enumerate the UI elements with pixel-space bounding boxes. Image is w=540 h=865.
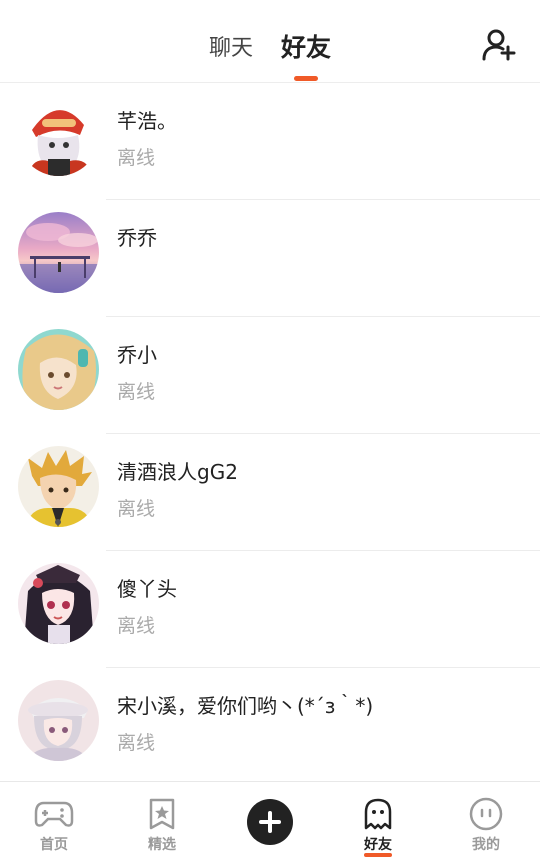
friend-name: 芊浩。	[117, 109, 177, 133]
tab-bar: 聊天 好友	[0, 0, 540, 82]
active-tab-indicator	[294, 76, 318, 81]
friend-name: 宋小溪，爱你们哟丶(*´з｀*)	[117, 694, 374, 718]
nav-home[interactable]: 首页	[0, 782, 108, 865]
nav-label: 首页	[40, 837, 68, 853]
add-user-icon[interactable]	[482, 28, 516, 62]
nav-label: 我的	[472, 837, 500, 853]
avatar[interactable]	[18, 680, 99, 761]
friend-name: 清酒浪人gG2	[117, 460, 238, 484]
active-nav-indicator	[364, 853, 392, 857]
friend-status: 离线	[117, 498, 156, 520]
friend-name: 傻丫头	[117, 577, 177, 601]
tab-chat[interactable]: 聊天	[209, 0, 253, 62]
plus-icon[interactable]	[247, 799, 293, 845]
friend-item[interactable]: 乔乔	[0, 200, 540, 317]
friend-item[interactable]: 宋小溪，爱你们哟丶(*´з｀*) 离线	[0, 668, 540, 785]
friend-item[interactable]: 乔小 离线	[0, 317, 540, 434]
nav-label: 好友	[364, 837, 392, 853]
bottom-nav: 首页 精选 好友 我的	[0, 781, 540, 865]
nav-featured[interactable]: 精选	[108, 782, 216, 865]
friend-status: 离线	[117, 147, 156, 169]
friend-item[interactable]: 芊浩。 离线	[0, 83, 540, 200]
friend-list: 芊浩。 离线 乔乔 乔小 离线 清酒浪人gG2 离线 傻丫头 离线 宋小溪，爱你…	[0, 83, 540, 785]
nav-friends[interactable]: 好友	[324, 782, 432, 865]
friend-status: 离线	[117, 381, 156, 403]
ghost-icon	[358, 796, 398, 832]
tab-friends-label: 好友	[281, 33, 332, 62]
avatar[interactable]	[18, 446, 99, 527]
friend-status: 离线	[117, 732, 156, 754]
friend-name: 乔小	[117, 343, 157, 367]
friends-screen: 聊天 好友 芊浩。 离线 乔乔 乔小 离线 清酒浪人gG2 离线 傻丫头 离线 …	[0, 0, 540, 865]
top-bar: 聊天 好友	[0, 0, 540, 83]
star-bookmark-icon	[142, 796, 182, 832]
avatar[interactable]	[18, 95, 99, 176]
friend-name: 乔乔	[117, 226, 157, 250]
friend-item[interactable]: 清酒浪人gG2 离线	[0, 434, 540, 551]
face-icon	[466, 796, 506, 832]
avatar[interactable]	[18, 563, 99, 644]
friend-status: 离线	[117, 615, 156, 637]
nav-me[interactable]: 我的	[432, 782, 540, 865]
nav-label: 精选	[148, 837, 176, 853]
friend-item[interactable]: 傻丫头 离线	[0, 551, 540, 668]
avatar[interactable]	[18, 329, 99, 410]
avatar[interactable]	[18, 212, 99, 293]
nav-create[interactable]	[216, 782, 324, 865]
tab-friends[interactable]: 好友	[281, 0, 332, 81]
gamepad-icon	[34, 796, 74, 832]
